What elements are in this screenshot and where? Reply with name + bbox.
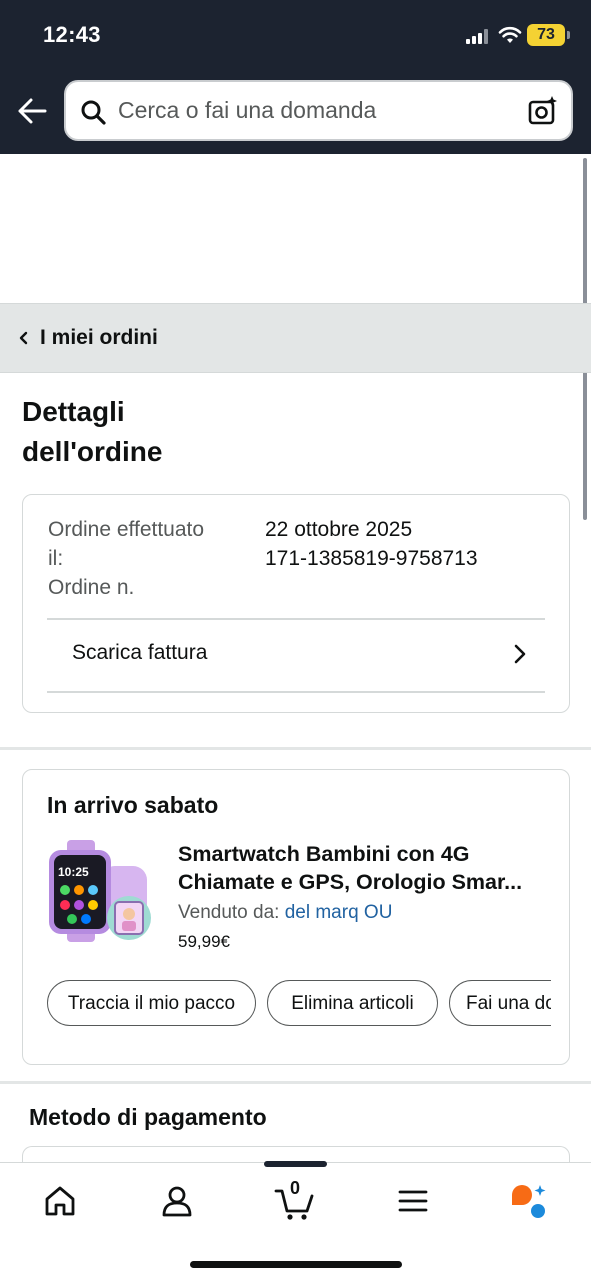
search-bar[interactable] [64, 80, 573, 141]
search-icon [81, 100, 106, 125]
product-title[interactable]: Smartwatch Bambini con 4G Chiamate e GPS… [178, 840, 548, 896]
menu-icon[interactable] [393, 1181, 433, 1221]
ask-question-button[interactable]: Fai una domanda [449, 980, 551, 1026]
order-placed-date: 22 ottobre 2025 [265, 518, 413, 541]
ad-placeholder [0, 154, 591, 303]
rufus-assistant-icon[interactable] [508, 1181, 548, 1221]
breadcrumb[interactable]: I miei ordini [0, 303, 591, 373]
product-title-line1: Smartwatch Bambini con 4G [178, 842, 470, 866]
cart-count-badge: 0 [290, 1178, 301, 1198]
download-invoice-row[interactable]: Scarica fattura [47, 619, 545, 692]
sold-by: Venduto da: del marq OU [178, 902, 392, 924]
bottom-navigation: 0 [0, 1161, 591, 1280]
divider [47, 691, 545, 693]
wifi-icon [498, 26, 522, 43]
chevron-left-icon [19, 331, 28, 345]
order-placed-label-line1: Ordine effettuato [48, 518, 205, 541]
product-image[interactable]: 10:25 [45, 838, 155, 946]
breadcrumb-my-orders-link[interactable]: I miei ordini [40, 326, 158, 350]
order-number-value: 171-1385819-9758713 [265, 547, 478, 570]
app-header: 12:43 73 [0, 0, 591, 154]
shipment-status-title: In arrivo sabato [47, 792, 219, 818]
track-package-button[interactable]: Traccia il mio pacco [47, 980, 256, 1026]
battery-icon: 73 [527, 24, 570, 46]
seller-link[interactable]: del marq OU [285, 902, 393, 923]
download-invoice-label: Scarica fattura [72, 641, 208, 664]
camera-lens-icon[interactable] [527, 95, 559, 127]
product-price: 59,99€ [178, 932, 230, 951]
home-indicator [190, 1261, 402, 1268]
product-title-line2: Chiamate e GPS, Orologio Smar... [178, 870, 523, 894]
order-number-label: Ordine n. [48, 576, 135, 599]
account-icon[interactable] [157, 1181, 197, 1221]
product-image-time: 10:25 [58, 865, 89, 879]
shipment-card: In arrivo sabato 10:25 Smartwatch Bambin… [22, 769, 570, 1065]
shipment-actions: Traccia il mio pacco Elimina articoli Fa… [47, 980, 551, 1028]
page-title: Dettagli dell'ordine [22, 392, 322, 472]
home-icon[interactable] [40, 1181, 80, 1221]
sold-by-label: Venduto da: [178, 902, 280, 923]
page-title-line2: dell'ordine [22, 436, 163, 467]
signal-icon [466, 29, 490, 44]
payment-method-title: Metodo di pagamento [29, 1104, 267, 1130]
page-title-line1: Dettagli [22, 396, 125, 427]
search-input[interactable] [118, 82, 518, 139]
delete-items-button[interactable]: Elimina articoli [267, 980, 438, 1026]
order-info-card: Ordine effettuato il: Ordine n. 22 ottob… [22, 494, 570, 713]
order-placed-label-line2: il: [48, 547, 64, 570]
chevron-right-icon [514, 644, 526, 664]
section-separator [0, 1081, 591, 1084]
active-tab-indicator [264, 1161, 327, 1167]
section-separator [0, 747, 591, 750]
status-time: 12:43 [43, 22, 101, 47]
back-arrow-icon[interactable] [16, 96, 48, 126]
